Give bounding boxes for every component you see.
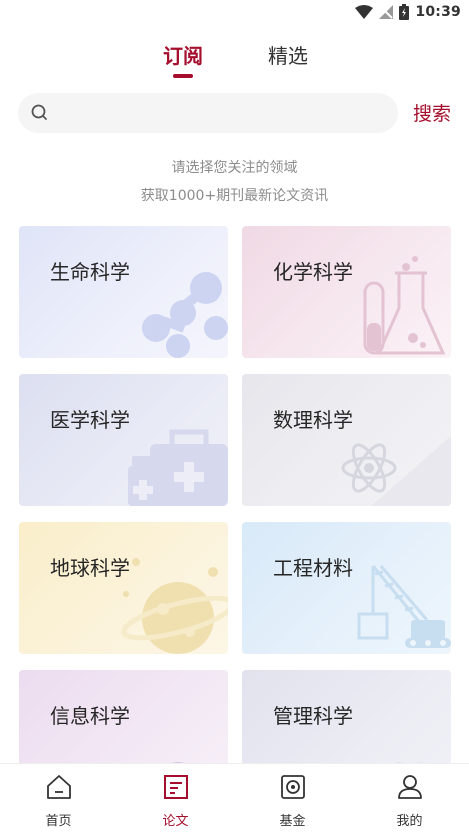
hint-line-2: 获取1000+期刊最新论文资讯 — [140, 188, 329, 204]
category-label: 管理科学 — [273, 704, 353, 728]
no-signal-icon — [379, 5, 394, 19]
search-input[interactable] — [62, 93, 382, 133]
category-label: 化学科学 — [273, 260, 353, 284]
search-button[interactable]: 搜索 — [413, 99, 451, 126]
tab-featured[interactable]: 精选 — [268, 40, 308, 69]
home-icon — [47, 775, 71, 799]
hint-line-1: 请选择您关注的领域 — [171, 160, 298, 176]
battery-charging-icon — [399, 4, 410, 20]
fund-icon — [281, 775, 305, 799]
category-card-chemistry[interactable]: 化学科学 — [242, 226, 451, 358]
nav-label: 首页 — [45, 814, 72, 829]
status-bar: 10:39 — [0, 0, 469, 26]
category-card-medical-science[interactable]: 医学科学 — [19, 374, 228, 506]
category-label: 医学科学 — [50, 408, 130, 432]
profile-icon — [398, 775, 422, 799]
category-label: 信息科学 — [50, 704, 130, 728]
nav-label: 我的 — [396, 814, 423, 829]
wifi-icon — [355, 5, 374, 19]
nav-papers[interactable]: 论文 — [117, 764, 234, 833]
category-label: 工程材料 — [273, 556, 353, 580]
nav-home[interactable]: 首页 — [0, 764, 117, 833]
nav-mine[interactable]: 我的 — [351, 764, 468, 833]
paper-icon — [164, 775, 188, 799]
category-label: 地球科学 — [50, 556, 130, 580]
active-tab-indicator — [173, 74, 193, 78]
nav-label: 论文 — [162, 814, 189, 829]
molecule-icon — [142, 272, 228, 358]
nav-fund[interactable]: 基金 — [234, 764, 351, 833]
crane-icon — [357, 565, 451, 648]
category-card-life-science[interactable]: 生命科学 — [19, 226, 228, 358]
category-card-math-physics[interactable]: 数理科学 — [242, 374, 451, 506]
atom-icon — [341, 436, 451, 506]
tab-subscribe[interactable]: 订阅 — [163, 40, 203, 69]
search-icon — [31, 104, 47, 120]
flask-icon — [363, 256, 446, 355]
medical-kit-icon — [128, 429, 228, 506]
status-icons: 10:39 — [355, 4, 461, 20]
planet-icon — [121, 558, 228, 654]
search-box[interactable] — [18, 93, 398, 133]
category-card-engineering-materials[interactable]: 工程材料 — [242, 522, 451, 654]
category-card-earth-science[interactable]: 地球科学 — [19, 522, 228, 654]
category-label: 数理科学 — [273, 408, 353, 432]
bottom-nav: 首页 论文 基金 我的 — [0, 763, 469, 833]
nav-label: 基金 — [279, 814, 306, 829]
category-label: 生命科学 — [50, 260, 130, 284]
clock: 10:39 — [415, 4, 461, 20]
top-tabs: 订阅 精选 — [0, 40, 469, 84]
